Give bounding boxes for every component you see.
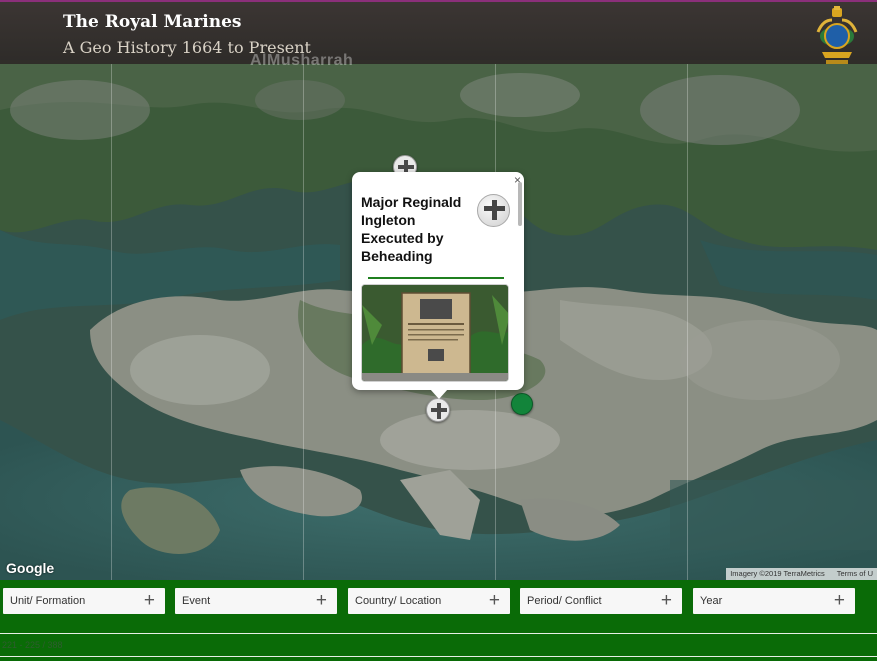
plus-icon[interactable]: + bbox=[489, 591, 500, 610]
filter-divider bbox=[0, 633, 877, 634]
filter-divider bbox=[0, 656, 877, 657]
cross-badge-icon bbox=[477, 194, 510, 227]
filter-country-location[interactable]: Country/ Location + bbox=[348, 588, 510, 614]
plus-icon[interactable]: + bbox=[834, 591, 845, 610]
filter-label: Unit/ Formation bbox=[10, 595, 86, 607]
map-marker-cross-selected[interactable] bbox=[426, 398, 450, 422]
imagery-credit: Imagery ©2019 TerraMetrics bbox=[730, 569, 825, 578]
memorial-photo-image bbox=[362, 285, 508, 381]
filter-label: Period/ Conflict bbox=[527, 595, 602, 607]
filter-label: Event bbox=[182, 595, 211, 607]
plus-icon[interactable]: + bbox=[661, 591, 672, 610]
info-window-tail bbox=[430, 389, 448, 399]
plus-icon[interactable]: + bbox=[316, 591, 327, 610]
filter-label: Country/ Location bbox=[355, 595, 442, 607]
memorial-photo[interactable] bbox=[361, 284, 509, 382]
site-header: The Royal Marines A Geo History 1664 to … bbox=[0, 0, 877, 69]
terms-link[interactable]: Terms of U bbox=[837, 569, 873, 578]
site-title: The Royal Marines bbox=[63, 12, 242, 32]
map-grid-line bbox=[111, 64, 112, 580]
info-window-title: Major Reginald Ingleton Executed by Behe… bbox=[361, 194, 462, 264]
filter-event[interactable]: Event + bbox=[175, 588, 337, 614]
map-attribution: Imagery ©2019 TerraMetrics Terms of U bbox=[726, 568, 877, 580]
app-root: Google Imagery ©2019 TerraMetrics Terms … bbox=[0, 0, 877, 661]
results-count: 221 - 225 / 388 bbox=[2, 640, 63, 650]
plus-icon[interactable]: + bbox=[144, 591, 155, 610]
info-scrollbar[interactable] bbox=[518, 182, 522, 226]
filter-year[interactable]: Year + bbox=[693, 588, 855, 614]
info-window: × Major Reginald Ingleton Executed by Be… bbox=[352, 172, 524, 399]
map-grid-line bbox=[687, 64, 688, 580]
info-divider bbox=[368, 277, 504, 279]
google-logo: Google bbox=[6, 560, 55, 576]
map-place-label: AlMusharrah bbox=[250, 52, 354, 69]
filter-bar: Unit/ Formation + Event + Country/ Locat… bbox=[0, 580, 877, 661]
filter-label: Year bbox=[700, 595, 723, 607]
map-grid-line bbox=[303, 64, 304, 580]
filter-period-conflict[interactable]: Period/ Conflict + bbox=[520, 588, 682, 614]
map-marker-crest[interactable] bbox=[511, 393, 533, 415]
filter-unit-formation[interactable]: Unit/ Formation + bbox=[3, 588, 165, 614]
royal-marines-crest-icon[interactable] bbox=[814, 6, 860, 66]
